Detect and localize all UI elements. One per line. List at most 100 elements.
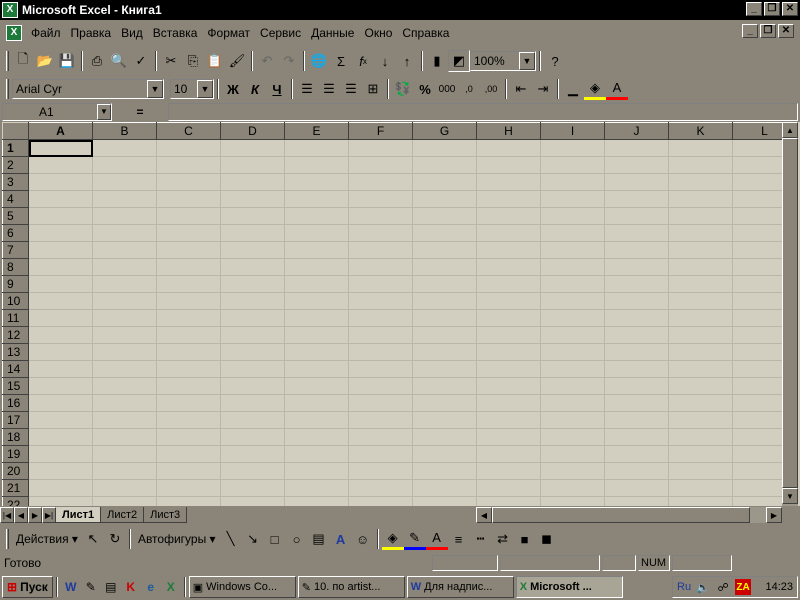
cell[interactable] [412,224,477,242]
cell[interactable] [540,224,605,242]
cell[interactable] [156,241,221,259]
print-preview-icon[interactable]: 🔍 [108,50,130,72]
cell[interactable] [476,156,541,174]
cell[interactable] [92,224,157,242]
cell[interactable] [28,207,93,225]
cell[interactable] [348,326,413,344]
cell[interactable] [156,343,221,361]
text-box-icon[interactable]: ▤ [308,528,330,550]
cell[interactable] [220,139,285,157]
row-header[interactable]: 16 [2,394,29,412]
last-sheet-icon[interactable]: ▶| [42,507,56,523]
sheet-tab-1[interactable]: Лист1 [56,507,102,523]
cell[interactable] [668,207,733,225]
cell[interactable] [220,241,285,259]
cell[interactable] [92,394,157,412]
cell[interactable] [412,360,477,378]
cell[interactable] [604,309,669,327]
start-button[interactable]: ⊞ Пуск [2,576,53,598]
cell[interactable] [476,258,541,276]
cell[interactable] [476,275,541,293]
cell[interactable] [28,258,93,276]
cell[interactable] [412,377,477,395]
cell[interactable] [604,445,669,463]
cell[interactable] [220,207,285,225]
cell[interactable] [604,394,669,412]
vertical-scrollbar[interactable]: ▲ ▼ [782,122,798,506]
row-header[interactable]: 15 [2,377,29,395]
cell[interactable] [348,139,413,157]
cell[interactable] [348,394,413,412]
cell[interactable] [604,275,669,293]
cell[interactable] [284,496,349,506]
cell[interactable] [156,377,221,395]
cell[interactable] [540,258,605,276]
cell[interactable] [476,173,541,191]
cell[interactable] [156,258,221,276]
cell[interactable] [220,275,285,293]
cell[interactable] [284,207,349,225]
scroll-left-icon[interactable]: ◀ [476,507,492,523]
network-icon[interactable]: ☍ [715,579,731,595]
cell[interactable] [668,411,733,429]
cell[interactable] [220,343,285,361]
save-quicklaunch-icon[interactable]: ▤ [101,577,121,597]
cell[interactable] [540,343,605,361]
cell[interactable] [156,156,221,174]
cell[interactable] [668,343,733,361]
cell[interactable] [348,241,413,259]
cell[interactable] [28,156,93,174]
row-header[interactable]: 1 [2,139,29,157]
menu-file[interactable]: Файл [26,26,66,40]
cell[interactable] [284,360,349,378]
cell[interactable] [92,139,157,157]
cell[interactable] [92,309,157,327]
arrow-style-icon[interactable]: ⇄ [492,528,514,550]
cell[interactable] [348,479,413,497]
cell[interactable] [540,445,605,463]
cell[interactable] [220,496,285,506]
column-header[interactable]: J [604,122,669,140]
clipart-icon[interactable]: ☺ [352,528,374,550]
cell[interactable] [92,258,157,276]
cell[interactable] [476,343,541,361]
menu-window[interactable]: Окно [359,26,397,40]
menu-format[interactable]: Формат [202,26,255,40]
cell[interactable] [668,394,733,412]
row-header[interactable]: 4 [2,190,29,208]
cell[interactable] [92,445,157,463]
minimize-button[interactable]: _ [746,2,762,16]
merge-center-icon[interactable]: ⊞ [362,78,384,100]
spelling-icon[interactable]: ✓ [130,50,152,72]
menu-data[interactable]: Данные [306,26,359,40]
speaker-icon[interactable]: 🔈 [695,579,711,595]
cell[interactable] [668,479,733,497]
row-header[interactable]: 14 [2,360,29,378]
chevron-down-icon[interactable]: ▼ [147,80,163,98]
cell[interactable] [92,428,157,446]
cell[interactable] [220,428,285,446]
cell[interactable] [28,428,93,446]
cell[interactable] [604,173,669,191]
format-painter-icon[interactable]: 🖌 [226,50,248,72]
help-icon[interactable]: ? [544,50,566,72]
cell[interactable] [348,496,413,506]
cell[interactable] [284,343,349,361]
cell[interactable] [668,258,733,276]
cell[interactable] [220,258,285,276]
cell[interactable] [348,360,413,378]
cell[interactable] [348,292,413,310]
cell[interactable] [92,411,157,429]
cell[interactable] [284,445,349,463]
select-objects-icon[interactable]: ↖ [82,528,104,550]
cell[interactable] [540,326,605,344]
drawing-icon[interactable]: ◩ [448,50,470,72]
cell[interactable] [604,190,669,208]
column-header[interactable]: A [28,122,93,140]
cell[interactable] [220,173,285,191]
taskbar-button-excel[interactable]: X Microsoft ... [515,576,623,598]
cell[interactable] [412,241,477,259]
cell[interactable] [220,190,285,208]
cell[interactable] [604,241,669,259]
menu-tools[interactable]: Сервис [255,26,306,40]
